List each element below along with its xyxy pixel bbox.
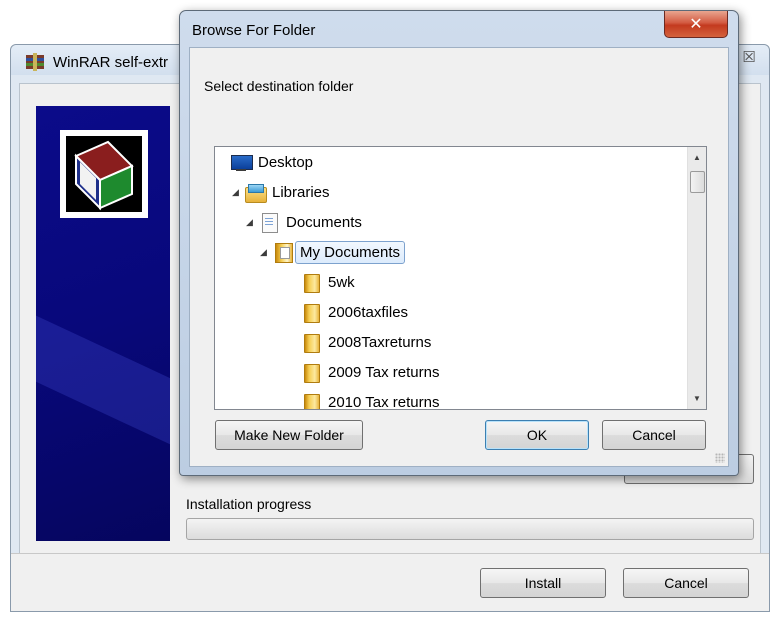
tree-item[interactable]: 2008Taxreturns	[288, 328, 431, 356]
winrar-title: WinRAR self-extr	[53, 54, 169, 71]
scroll-thumb[interactable]	[690, 171, 705, 193]
tree-item-label: Documents	[286, 213, 362, 231]
winrar-footer: Install Cancel	[11, 553, 769, 611]
tree-item-label: 2006taxfiles	[328, 303, 409, 321]
winrar-banner	[36, 106, 170, 541]
desktop-icon	[230, 152, 253, 172]
libraries-icon	[244, 182, 267, 203]
tree-item[interactable]: ◢ Documents	[246, 208, 362, 236]
scroll-down-arrow-icon[interactable]: ▼	[688, 390, 706, 407]
tree-item-label: 2010 Tax returns	[328, 393, 440, 410]
browse-dialog-client: Select destination folder Desktop ◢ Librar…	[189, 47, 729, 467]
tree-item-label: 5wk	[328, 273, 355, 291]
resize-grip-icon[interactable]	[715, 453, 725, 463]
select-destination-prompt: Select destination folder	[204, 78, 354, 94]
tree-item-label: Desktop	[258, 153, 314, 171]
tree-item[interactable]: ◢ Libraries	[232, 178, 330, 206]
tree-item[interactable]: ◢ My Documents	[260, 238, 406, 266]
browse-cancel-button[interactable]: Cancel	[602, 420, 706, 450]
tree-item[interactable]: 2009 Tax returns	[288, 358, 439, 386]
tree-item[interactable]: 2010 Tax returns	[288, 388, 440, 410]
tree-scrollbar[interactable]: ▲ ▼	[687, 147, 706, 409]
tree-item-label: 2009 Tax returns	[328, 363, 440, 381]
winrar-logo	[60, 130, 148, 218]
expand-arrow-icon[interactable]: ◢	[260, 247, 270, 258]
winrar-books-icon	[66, 136, 142, 212]
expand-arrow-icon[interactable]: ◢	[232, 187, 242, 198]
folder-icon	[300, 392, 322, 409]
document-icon	[258, 212, 280, 233]
install-button[interactable]: Install	[480, 568, 606, 598]
tree-item[interactable]: Desktop	[218, 148, 313, 176]
folder-tree-view[interactable]: Desktop ◢ Libraries ◢ Documents ◢ My Documents…	[214, 146, 707, 410]
my-documents-icon	[272, 242, 294, 263]
tree-item-label: My Documents	[295, 240, 406, 264]
installation-progress-bar	[186, 518, 754, 540]
tree-item[interactable]: 5wk	[288, 268, 355, 296]
tree-item-label: Libraries	[272, 183, 330, 201]
make-new-folder-button[interactable]: Make New Folder	[215, 420, 363, 450]
folder-icon	[300, 302, 322, 323]
scroll-up-arrow-icon[interactable]: ▲	[688, 149, 706, 166]
browse-for-folder-dialog: Browse For Folder ✕ Select destination f…	[179, 10, 739, 476]
close-icon[interactable]: ✕	[664, 11, 728, 38]
expand-arrow-icon[interactable]: ◢	[246, 217, 256, 228]
ok-button[interactable]: OK	[485, 420, 589, 450]
tree-item[interactable]: 2006taxfiles	[288, 298, 408, 326]
installation-progress-label: Installation progress	[186, 496, 312, 512]
winrar-app-icon	[26, 53, 44, 71]
folder-icon	[300, 332, 322, 353]
folder-icon	[300, 272, 322, 293]
banner-light-streak	[36, 312, 170, 460]
tree-item-label: 2008Taxreturns	[328, 333, 432, 351]
winrar-cancel-button[interactable]: Cancel	[623, 568, 749, 598]
folder-icon	[300, 362, 322, 383]
browse-dialog-title[interactable]: Browse For Folder	[192, 22, 315, 39]
